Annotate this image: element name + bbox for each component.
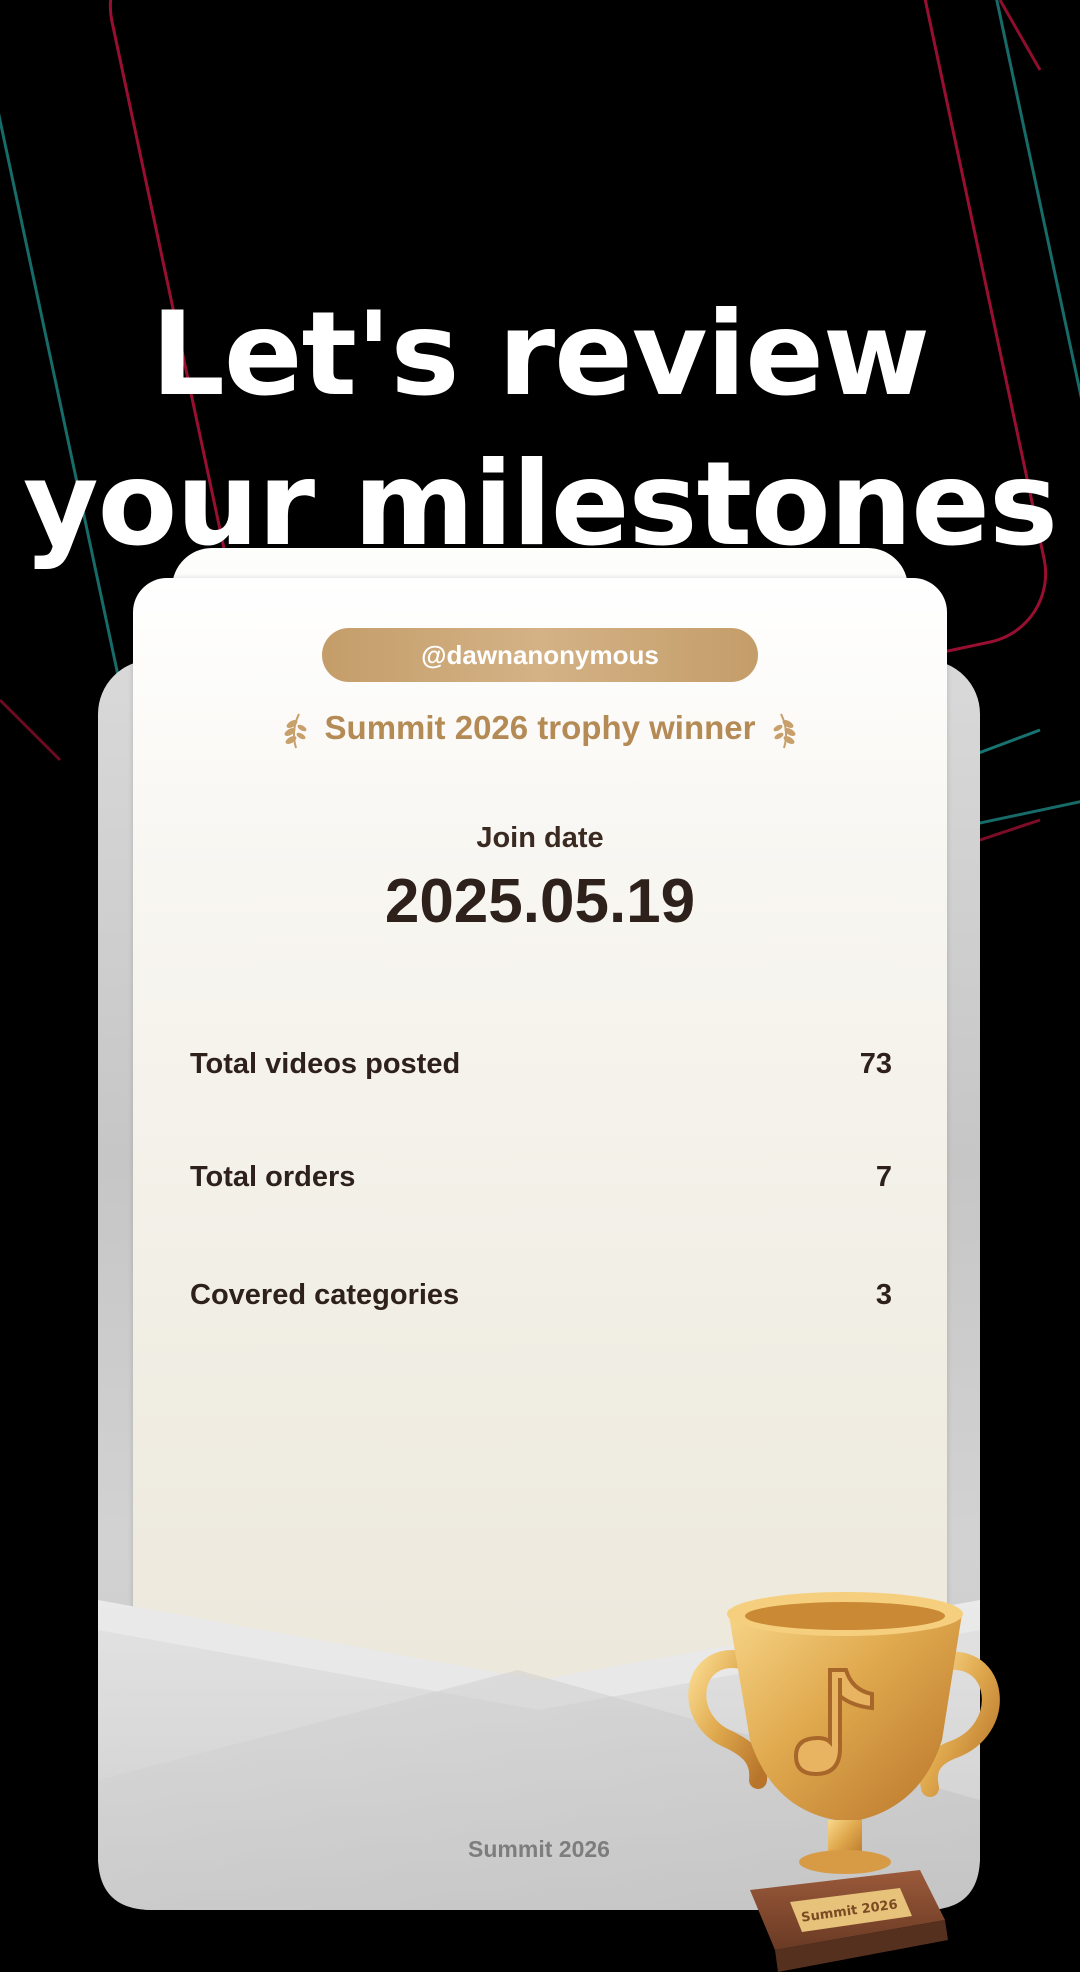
stat-label: Total videos posted — [190, 1047, 461, 1080]
stat-label: Total orders — [190, 1160, 356, 1193]
headline-line-1: Let's review — [150, 287, 930, 422]
join-date-label: Join date — [476, 822, 604, 854]
stat-label: Covered categories — [190, 1278, 460, 1311]
stat-value: 3 — [875, 1278, 892, 1311]
laurel-right-icon — [773, 713, 796, 749]
stat-row-videos: Total videos posted 73 — [190, 1042, 892, 1086]
stat-value: 73 — [859, 1047, 892, 1080]
trophy-illustration: Summit 2026 — [688, 1592, 1000, 1972]
stat-value: 7 — [875, 1160, 892, 1193]
stat-row-categories: Covered categories 3 — [190, 1273, 892, 1317]
headline: Let's review your milestones — [0, 280, 1080, 580]
stat-row-orders: Total orders 7 — [190, 1155, 892, 1199]
award-title: Summit 2026 trophy winner — [133, 700, 947, 756]
story-screen: Let's review your milestones @dawnanonym… — [0, 0, 1080, 1972]
laurel-left-icon — [284, 713, 307, 749]
join-date-value: 2025.05.19 — [384, 867, 696, 936]
award-text: Summit 2026 trophy winner — [324, 709, 756, 746]
username-badge: @dawnanonymous — [322, 628, 758, 682]
